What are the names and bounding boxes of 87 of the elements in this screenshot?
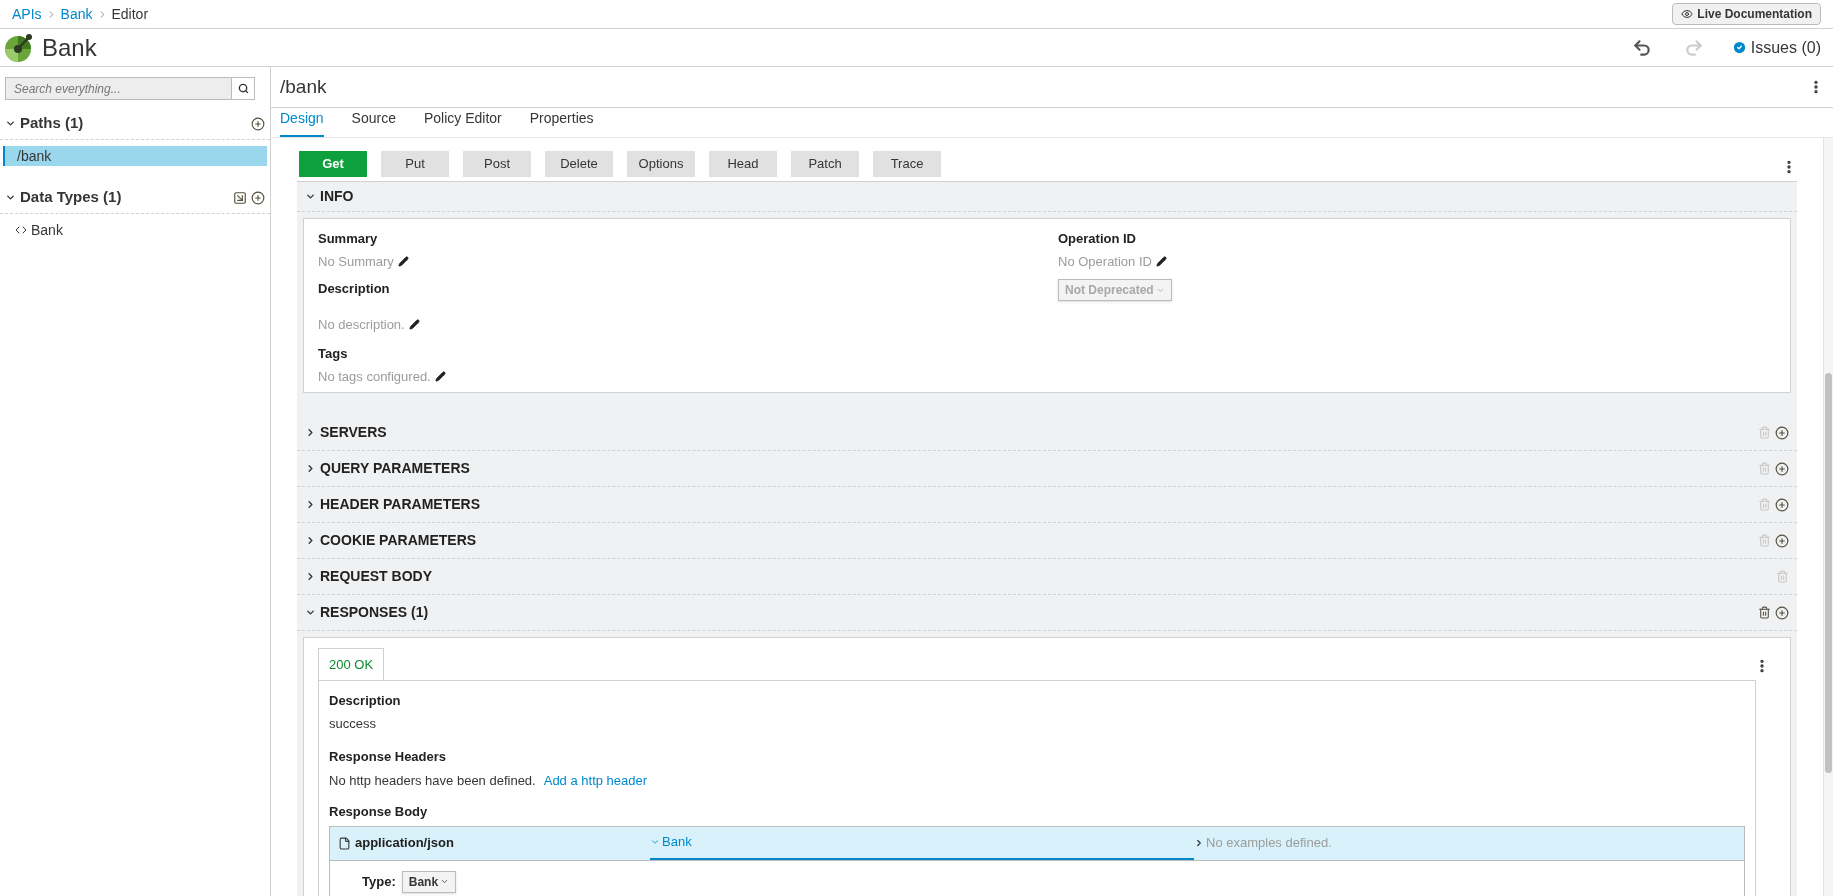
chevron-right-icon[interactable] — [1194, 838, 1204, 848]
field-label: Description — [318, 280, 391, 298]
add-icon[interactable] — [1775, 497, 1789, 512]
issues-link[interactable]: Issues (0) — [1750, 35, 1821, 60]
method-tab[interactable]: Trace — [873, 151, 941, 177]
api-title: Bank — [42, 32, 97, 63]
code-icon — [15, 224, 27, 236]
add-icon[interactable] — [251, 116, 265, 131]
breadcrumb-link[interactable]: Bank — [60, 3, 93, 25]
chevron-down-icon[interactable] — [5, 118, 16, 129]
search-field[interactable]: Search everything... — [5, 77, 232, 100]
breadcrumb-link[interactable]: APIs — [12, 3, 42, 25]
section-title: SERVERS — [320, 423, 387, 442]
field-value: No Summary — [318, 252, 394, 271]
chevron-down-icon — [650, 837, 660, 847]
logo-icon — [4, 32, 34, 63]
check-icon — [1731, 40, 1747, 55]
sidebar-item[interactable]: Bank — [3, 220, 267, 240]
method-tab[interactable]: Options — [627, 151, 695, 177]
tab[interactable]: Source — [351, 108, 396, 137]
method-tab[interactable]: Patch — [791, 151, 859, 177]
tab[interactable]: Policy Editor — [423, 108, 502, 137]
tab[interactable]: Design — [280, 108, 324, 137]
pencil-icon[interactable] — [434, 370, 446, 382]
field-value: success — [329, 714, 377, 733]
sidebar-item[interactable]: /bank — [3, 146, 267, 166]
field-label: Response Body — [329, 803, 429, 821]
import-icon[interactable] — [233, 190, 247, 205]
chevron-down-icon — [305, 191, 316, 202]
field-label: Operation ID — [1058, 230, 1136, 248]
scrollbar-thumb[interactable] — [1825, 373, 1832, 773]
sidebar-item-label: /bank — [17, 146, 52, 166]
type-dropdown[interactable]: Bank — [401, 870, 457, 893]
field-label: Summary — [318, 230, 379, 248]
file-icon — [338, 836, 351, 850]
section-title: QUERY PARAMETERS — [320, 459, 470, 478]
section-title: REQUEST BODY — [320, 567, 432, 586]
pencil-icon[interactable] — [397, 255, 409, 267]
add-icon[interactable] — [1775, 605, 1789, 620]
add-icon[interactable] — [1775, 425, 1789, 440]
scrollbar[interactable] — [1823, 138, 1833, 896]
method-tab[interactable]: Post — [463, 151, 531, 177]
trash-icon[interactable] — [1758, 606, 1771, 619]
sidebar-section-title: Paths (1) — [20, 113, 84, 134]
eye-icon — [1681, 8, 1694, 20]
add-icon[interactable] — [251, 190, 265, 205]
chevron-right-icon — [305, 535, 316, 546]
section-title: RESPONSES (1) — [320, 603, 429, 622]
field-value: No Operation ID — [1058, 252, 1152, 271]
section-header[interactable]: INFO — [297, 182, 1797, 212]
add-icon[interactable] — [1775, 533, 1789, 548]
chevron-right-icon — [305, 499, 316, 510]
undo-icon[interactable] — [1631, 37, 1652, 58]
method-tab[interactable]: Put — [381, 151, 449, 177]
field-label: Response Headers — [329, 748, 448, 766]
pencil-icon[interactable] — [408, 318, 420, 330]
examples-text: No examples defined. — [1206, 834, 1332, 853]
section-title: COOKIE PARAMETERS — [320, 531, 477, 550]
chevron-down-icon[interactable] — [5, 192, 16, 203]
pencil-icon[interactable] — [1155, 255, 1167, 267]
add-icon[interactable] — [1775, 461, 1789, 476]
chevron-right-icon — [305, 463, 316, 474]
chevron-right-icon — [305, 571, 316, 582]
method-tab[interactable]: Head — [709, 151, 777, 177]
search-icon — [237, 83, 249, 94]
chevron-down-icon — [305, 607, 316, 618]
tab[interactable]: Properties — [529, 108, 594, 137]
live-documentation-button[interactable]: Live Documentation — [1672, 3, 1821, 25]
breadcrumb-text: Editor — [111, 4, 149, 24]
field-value: No tags configured. — [318, 367, 431, 386]
chevron-right-icon — [305, 427, 316, 438]
media-type-name: application/json — [355, 834, 454, 853]
chevron-down-icon — [440, 877, 450, 886]
path-title: /bank — [280, 74, 327, 99]
add-header-link[interactable]: Add a http header — [543, 770, 648, 790]
method-tab[interactable]: Delete — [545, 151, 613, 177]
search-button[interactable] — [232, 77, 255, 100]
field-label: Description — [329, 692, 402, 710]
section-title: HEADER PARAMETERS — [320, 495, 480, 514]
sidebar-item-label: Bank — [31, 220, 63, 240]
sidebar-section-title: Data Types (1) — [20, 187, 122, 208]
info-text: No http headers have been defined. — [329, 771, 536, 790]
section-title: INFO — [320, 187, 354, 206]
field-value: No description. — [318, 315, 405, 334]
type-label: Type: — [362, 872, 396, 891]
field-label: Tags — [318, 345, 349, 363]
response-tab[interactable]: 200 OK — [318, 648, 385, 680]
